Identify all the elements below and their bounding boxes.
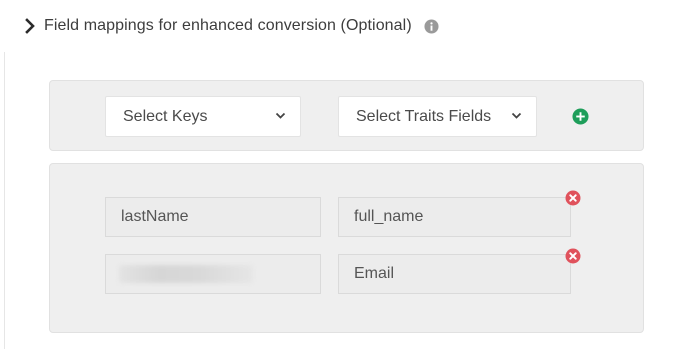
chevron-right-icon	[25, 18, 35, 34]
mapping-key-text: lastName	[121, 208, 189, 225]
select-traits-fields-dropdown[interactable]: Select Traits Fields	[338, 96, 537, 137]
section-title: Field mappings for enhanced conversion (…	[44, 17, 412, 34]
mapping-key-field[interactable]: lastName	[105, 197, 321, 237]
mapping-key-field[interactable]	[105, 254, 321, 294]
chevron-down-icon	[511, 112, 522, 119]
redacted-key-value	[119, 265, 253, 283]
mapping-list-panel: lastName full_name Email	[49, 163, 644, 333]
mapping-value-text: full_name	[354, 208, 424, 225]
mapping-value-field[interactable]: full_name	[338, 197, 571, 237]
mapping-value-field[interactable]: Email	[338, 254, 571, 294]
x-circle-icon[interactable]	[565, 190, 581, 206]
select-keys-value: Select Keys	[123, 107, 208, 125]
chevron-down-icon	[275, 112, 286, 119]
container-left-border	[4, 52, 5, 349]
info-icon[interactable]	[424, 18, 439, 34]
section-toggle[interactable]: Field mappings for enhanced conversion (…	[24, 14, 439, 38]
mapping-value-text: Email	[354, 265, 395, 282]
plus-circle-icon[interactable]	[572, 108, 589, 125]
x-circle-icon[interactable]	[565, 248, 581, 264]
mapping-selector-panel: Select Keys Select Traits Fields	[49, 80, 644, 151]
select-traits-value: Select Traits Fields	[356, 107, 492, 125]
select-keys-dropdown[interactable]: Select Keys	[105, 96, 301, 137]
